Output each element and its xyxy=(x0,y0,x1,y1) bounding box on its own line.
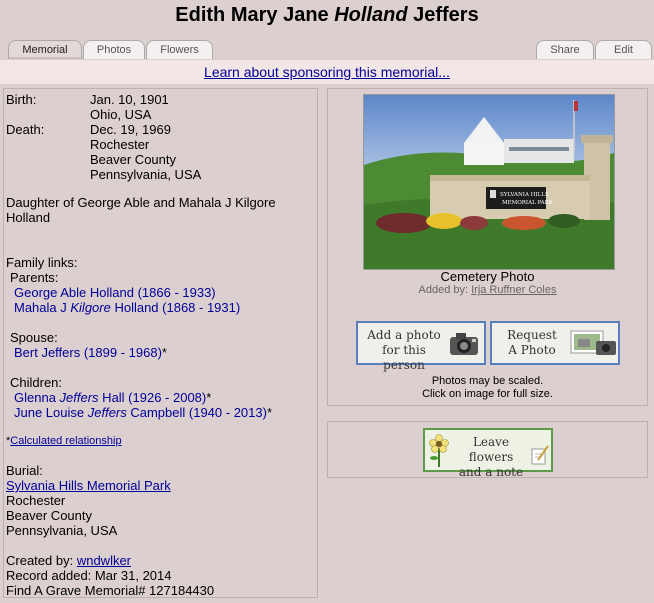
photo-caption: Cemetery Photo xyxy=(440,269,535,284)
spouse-label: Spouse: xyxy=(10,330,58,345)
spouse-calc-mark: * xyxy=(161,345,167,360)
child2-maiden: Jeffers xyxy=(87,405,127,420)
child2-calc-mark: * xyxy=(266,405,273,420)
child2-post: Campbell (1940 - 2013) xyxy=(126,405,267,420)
flowers-panel: Leave flowers and a note xyxy=(327,421,648,479)
tab-edit[interactable]: Edit xyxy=(595,40,652,59)
request-photo-line-1: Request xyxy=(507,328,557,342)
bio-line-1: Daughter of George Able and Mahala J Kil… xyxy=(6,195,276,210)
burial-state: Pennsylvania, USA xyxy=(6,523,118,538)
framed-photo-camera-icon xyxy=(570,330,616,355)
photo-contributor-link[interactable]: Irja Ruffner Coles xyxy=(471,284,556,296)
child1-maiden: Jeffers xyxy=(59,390,99,405)
created-by-label: Created by: xyxy=(6,553,77,568)
add-photo-button[interactable]: Add a photo for this person xyxy=(356,321,486,372)
add-photo-line-2: for this person xyxy=(382,343,426,372)
title-last: Jeffers xyxy=(407,4,479,26)
birth-place: Ohio, USA xyxy=(90,107,152,122)
creator-link[interactable]: wndwlker xyxy=(77,553,131,568)
family-links-heading: Family links: xyxy=(6,255,78,270)
memorial-number: Find A Grave Memorial# 127184430 xyxy=(6,583,215,598)
child-link-glenna[interactable]: Glenna Jeffers Hall (1926 - 2008) xyxy=(14,390,206,405)
sign-line-1: SYLVANIA HILLS xyxy=(500,192,549,198)
tab-photos[interactable]: Photos xyxy=(83,40,145,59)
page-title: Edith Mary Jane Holland Jeffers xyxy=(0,4,654,27)
death-county: Beaver County xyxy=(90,152,176,167)
children-label: Children: xyxy=(10,375,63,390)
memorial-info-panel: Birth: Jan. 10, 1901 Ohio, USA Death: De… xyxy=(3,88,318,598)
death-state: Pennsylvania, USA xyxy=(90,167,202,182)
death-city: Rochester xyxy=(90,137,150,152)
sponsor-bar: Learn about sponsoring this memorial... xyxy=(0,60,654,84)
calculated-relationship-link[interactable]: Calculated relationship xyxy=(10,435,121,447)
child1-pre: Glenna xyxy=(14,390,60,405)
sponsor-link[interactable]: Learn about sponsoring this memorial... xyxy=(204,64,450,80)
burial-county: Beaver County xyxy=(6,508,92,523)
parent2-pre: Mahala J xyxy=(14,300,71,315)
tab-flowers[interactable]: Flowers xyxy=(146,40,213,59)
child-link-june[interactable]: June Louise Jeffers Campbell (1940 - 201… xyxy=(14,405,267,420)
leave-flowers-line-1: Leave flowers xyxy=(468,435,514,464)
death-date: Dec. 19, 1969 xyxy=(90,122,171,137)
flower-icon xyxy=(429,434,449,467)
camera-icon xyxy=(450,333,478,355)
title-first: Edith Mary Jane xyxy=(175,4,335,26)
child2-pre: June Louise xyxy=(14,405,88,420)
photo-panel: SYLVANIA HILLS MEMORIAL PARK Cemetery Ph… xyxy=(327,88,648,406)
photos-scaled-note: Photos may be scaled. xyxy=(431,375,544,387)
parents-label: Parents: xyxy=(10,270,59,285)
cemetery-photo[interactable]: SYLVANIA HILLS MEMORIAL PARK xyxy=(363,94,615,270)
tab-bar: Memorial Photos Flowers Share Edit xyxy=(0,38,654,61)
added-by-label: Added by: xyxy=(418,284,472,296)
birth-date: Jan. 10, 1901 xyxy=(90,92,169,107)
birth-label: Birth: xyxy=(6,92,37,107)
bio-line-2: Holland xyxy=(6,210,51,225)
note-pencil-icon xyxy=(531,445,549,465)
leave-flowers-line-2: and a note xyxy=(458,465,524,479)
add-photo-button-text: Add a photo for this person xyxy=(364,328,444,373)
cemetery-photo-image: SYLVANIA HILLS MEMORIAL PARK xyxy=(364,95,614,269)
leave-flowers-button-text: Leave flowers and a note xyxy=(451,435,531,480)
title-maiden-name: Holland xyxy=(334,4,408,26)
created-by: Created by: wndwlker xyxy=(6,553,131,568)
leave-flowers-button[interactable]: Leave flowers and a note xyxy=(423,428,553,479)
parent2-maiden: Kilgore xyxy=(70,300,111,315)
child-row-glenna: Glenna Jeffers Hall (1926 - 2008)* xyxy=(14,390,211,405)
spouse-row: Bert Jeffers (1899 - 1968)* xyxy=(14,345,167,360)
sign-line-2: MEMORIAL PARK xyxy=(502,200,554,206)
cemetery-link[interactable]: Sylvania Hills Memorial Park xyxy=(6,478,171,493)
photos-click-note: Click on image for full size. xyxy=(422,388,553,400)
parent2-post: Holland (1868 - 1931) xyxy=(110,300,241,315)
burial-city: Rochester xyxy=(6,493,66,508)
burial-label: Burial: xyxy=(6,463,43,478)
record-added: Record added: Mar 31, 2014 xyxy=(6,568,172,583)
tab-share[interactable]: Share xyxy=(536,40,594,59)
child1-post: Hall (1926 - 2008) xyxy=(98,390,207,405)
request-photo-button[interactable]: Request A Photo xyxy=(490,321,620,365)
add-photo-line-1: Add a photo xyxy=(367,328,441,342)
request-photo-button-text: Request A Photo xyxy=(496,328,568,358)
child1-calc-mark: * xyxy=(206,390,212,405)
tab-memorial[interactable]: Memorial xyxy=(8,40,82,59)
calculated-relationship-note: *Calculated relationship xyxy=(6,434,122,449)
photo-added-by: Added by: Irja Ruffner Coles xyxy=(328,284,647,296)
spouse-link-bert[interactable]: Bert Jeffers (1899 - 1968) xyxy=(14,345,162,360)
parent-link-george[interactable]: George Able Holland (1866 - 1933) xyxy=(14,285,216,300)
death-label: Death: xyxy=(6,122,45,137)
child-row-june: June Louise Jeffers Campbell (1940 - 201… xyxy=(14,405,272,420)
request-photo-line-2: A Photo xyxy=(508,343,556,357)
parent-link-mahala[interactable]: Mahala J Kilgore Holland (1868 - 1931) xyxy=(14,300,240,315)
